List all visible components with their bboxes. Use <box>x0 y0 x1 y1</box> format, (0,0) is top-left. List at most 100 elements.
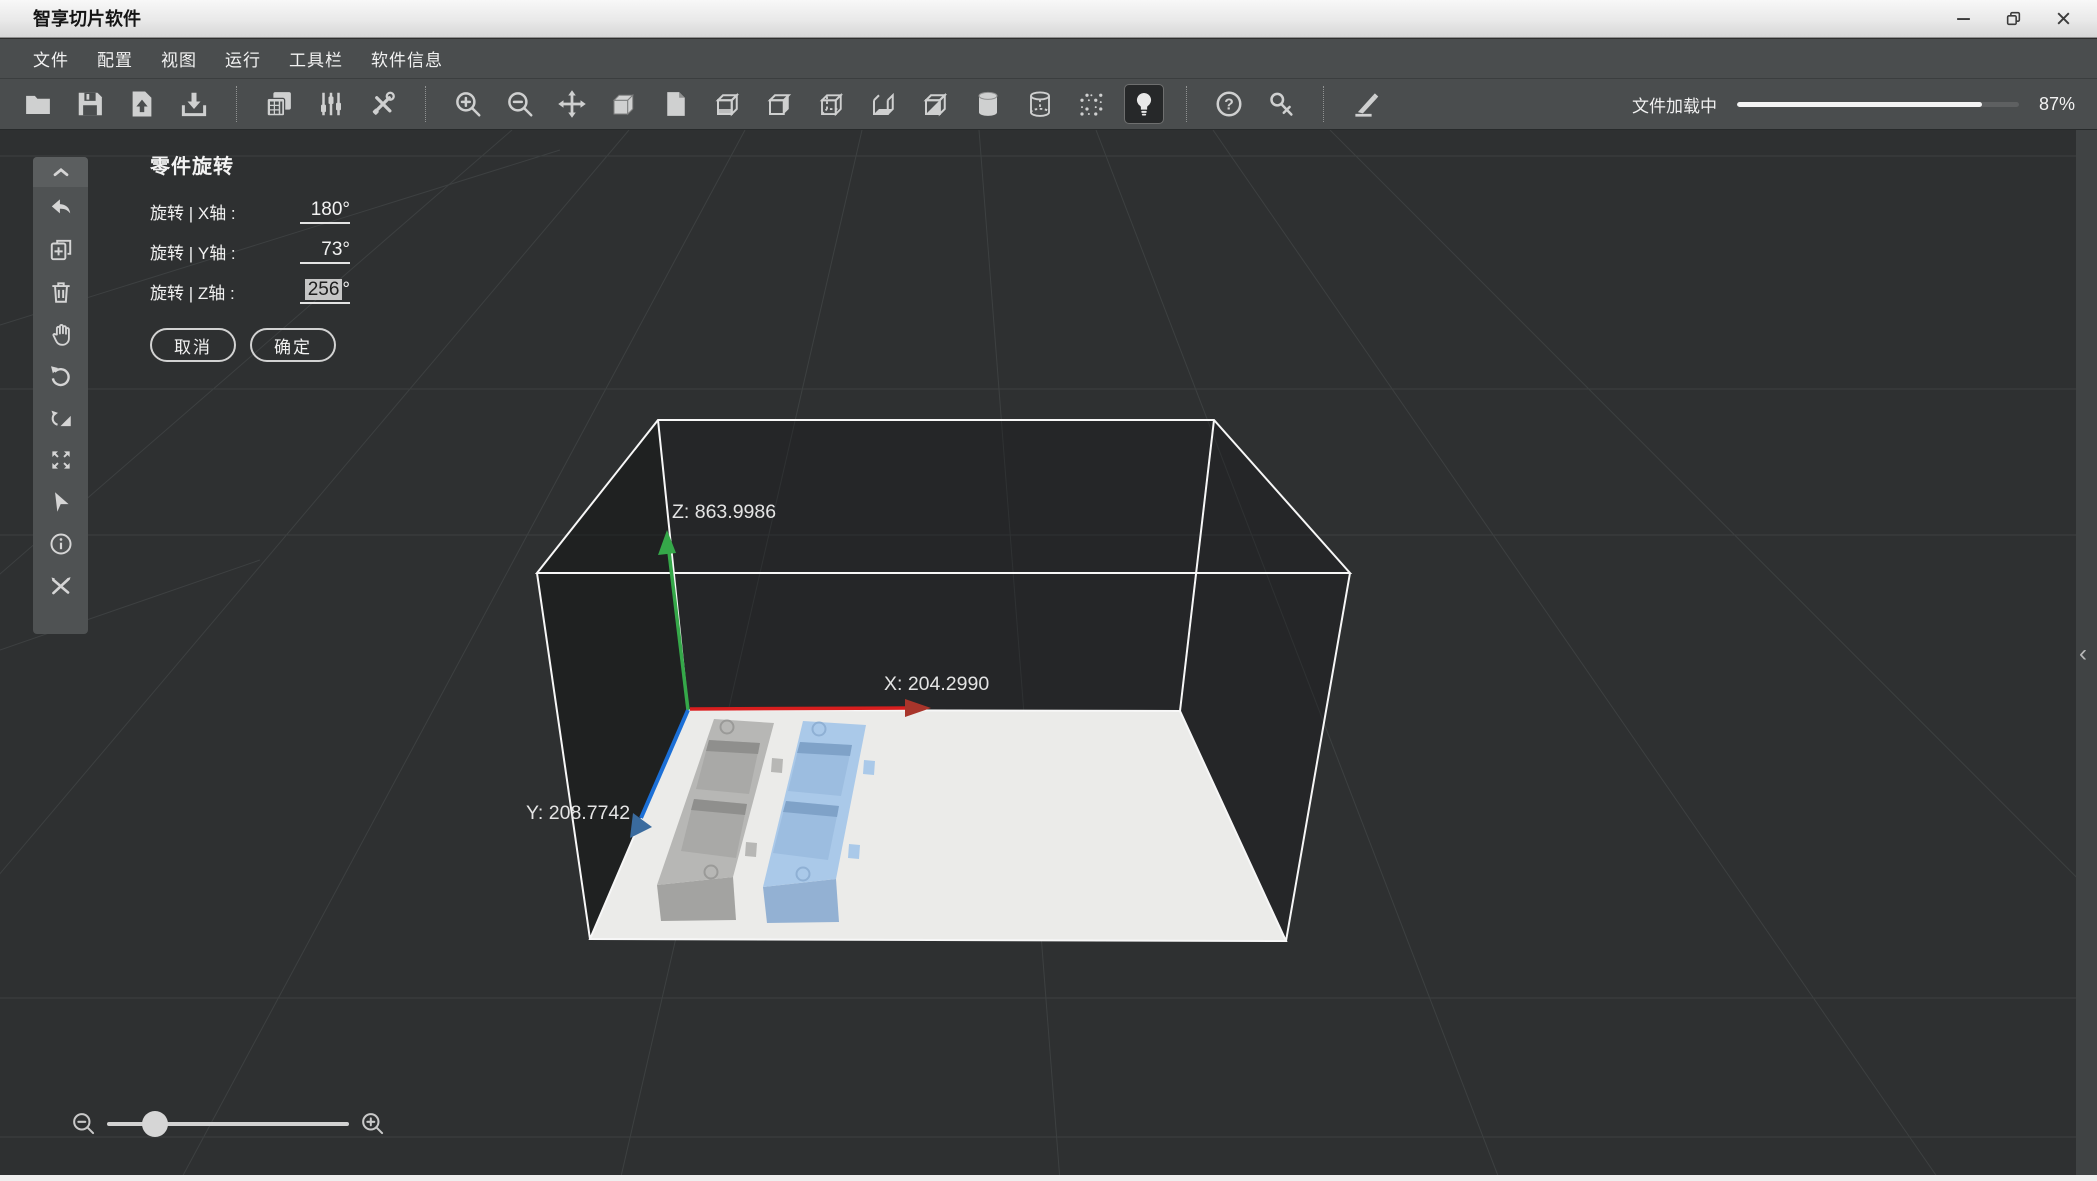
expand-panel-chevron[interactable]: ‹ <box>2079 642 2087 666</box>
cube-points-button[interactable] <box>1072 84 1112 124</box>
panel-buttons: 取消 确定 <box>150 328 350 362</box>
cube-half-button[interactable] <box>916 84 956 124</box>
light-icon <box>1136 92 1152 116</box>
rotate-z-row: 旋转 | Z轴 : 256 ° <box>150 277 350 304</box>
slice-knife-icon <box>1355 93 1379 117</box>
cube-half-icon <box>923 92 948 117</box>
fit-view-icon <box>51 451 70 469</box>
undo-button[interactable] <box>33 187 88 229</box>
menu-item-2[interactable]: 视图 <box>161 46 197 71</box>
info-button[interactable] <box>33 523 88 565</box>
rotate-x-value[interactable]: 180 <box>311 199 343 220</box>
parameter-sliders-icon <box>321 92 341 116</box>
duplicate-button[interactable] <box>33 229 88 271</box>
menu-item-4[interactable]: 工具栏 <box>289 46 343 71</box>
pan-hand-icon <box>51 324 70 346</box>
menu-item-1[interactable]: 配置 <box>97 46 133 71</box>
tool-sidebar <box>33 157 88 634</box>
loading-label: 文件加载中 <box>1631 96 1717 116</box>
toolbar-separator <box>1323 86 1324 122</box>
tools-button[interactable] <box>363 84 403 124</box>
delete-icon <box>51 282 70 303</box>
rotate-x-label: 旋转 | X轴 : <box>150 204 236 223</box>
cube-solid-icon <box>612 94 634 116</box>
confirm-button[interactable]: 确定 <box>250 328 336 362</box>
zoom-slider[interactable] <box>107 1110 349 1137</box>
restore-icon <box>2006 11 2020 26</box>
x-axis <box>689 706 909 711</box>
cube-face-right-icon <box>767 94 792 115</box>
import-model-icon <box>132 91 152 117</box>
open-file-button[interactable] <box>18 84 58 124</box>
repair-tools-icon <box>50 577 71 595</box>
rotate-z-input[interactable]: 256 ° <box>300 279 350 304</box>
zoom-slider-thumb[interactable] <box>142 1110 169 1137</box>
application-window: 智享切片软件 文件 配置 视图 运行 工具栏 软件信息 ? 文件加载中 87% <box>0 0 2097 1181</box>
menu-item-3[interactable]: 运行 <box>225 46 261 71</box>
y-axis-label: Y: 208.7742 <box>526 802 630 824</box>
rotate-z-label: 旋转 | Z轴 : <box>150 284 235 303</box>
degree-unit: ° <box>342 279 350 300</box>
slice-knife-button[interactable] <box>1346 84 1386 124</box>
rotate-y-input[interactable]: 73° <box>300 239 350 264</box>
zoom-out-icon[interactable] <box>70 1110 97 1137</box>
pan-hand-button[interactable] <box>33 313 88 355</box>
rotate-x-row: 旋转 | X轴 : 180° <box>150 197 350 224</box>
zoom-in-icon <box>456 92 481 117</box>
page-icon <box>667 92 685 116</box>
menu-item-5[interactable]: 软件信息 <box>371 46 443 71</box>
cylinder-solid-button[interactable] <box>968 84 1008 124</box>
license-key-button[interactable] <box>1261 84 1301 124</box>
zoom-in-icon[interactable] <box>359 1110 386 1137</box>
info-icon <box>49 533 72 555</box>
export-model-button[interactable] <box>174 84 214 124</box>
rotate-z-value[interactable]: 256 <box>304 279 343 300</box>
fit-view-button[interactable] <box>33 439 88 481</box>
repair-tools-button[interactable] <box>33 565 88 607</box>
import-model-button[interactable] <box>122 84 162 124</box>
collapse-up-button[interactable] <box>33 157 88 187</box>
cube-solid-button[interactable] <box>604 84 644 124</box>
help-icon: ? <box>1216 91 1242 117</box>
cancel-button[interactable]: 取消 <box>150 328 236 362</box>
save-file-button[interactable] <box>70 84 110 124</box>
loading-progress-bar <box>1736 101 2019 107</box>
license-key-icon <box>1270 92 1293 116</box>
toolbar-separator <box>1186 86 1187 122</box>
loading-cluster: 文件加载中 87% <box>1632 79 2075 129</box>
cylinder-wireframe-button[interactable] <box>1020 84 1060 124</box>
minimize-button[interactable] <box>1953 9 1973 29</box>
collapse-up-icon <box>53 168 68 177</box>
restore-button[interactable] <box>2003 9 2023 29</box>
z-axis-label: Z: 863.9986 <box>672 501 776 523</box>
rotate-button[interactable] <box>33 355 88 397</box>
mirror-button[interactable] <box>33 397 88 439</box>
zoom-out-button[interactable] <box>500 84 540 124</box>
machine-settings-button[interactable] <box>259 84 299 124</box>
machine-settings-icon <box>266 92 291 117</box>
help-button[interactable]: ? <box>1209 84 1249 124</box>
svg-text:?: ? <box>1224 97 1234 114</box>
zoom-in-button[interactable] <box>448 84 488 124</box>
degree-unit: ° <box>342 239 350 260</box>
rotate-y-value[interactable]: 73 <box>321 239 342 260</box>
select-cursor-button[interactable] <box>33 481 88 523</box>
close-button[interactable] <box>2053 9 2073 29</box>
box-glass-button[interactable] <box>708 84 748 124</box>
box-bottom-button[interactable] <box>864 84 904 124</box>
light-button[interactable] <box>1124 84 1164 124</box>
delete-button[interactable] <box>33 271 88 313</box>
open-file-icon <box>26 95 50 114</box>
rotate-x-input[interactable]: 180° <box>300 199 350 224</box>
menu-item-0[interactable]: 文件 <box>33 46 69 71</box>
loading-percent: 87% <box>2038 93 2075 114</box>
save-file-icon <box>78 92 102 116</box>
move-model-button[interactable] <box>552 84 592 124</box>
window-controls <box>1953 0 2073 37</box>
cube-wireframe-button[interactable] <box>812 84 852 124</box>
zoom-out-icon <box>508 92 533 117</box>
cylinder-solid-icon <box>978 91 998 116</box>
cube-face-right-button[interactable] <box>760 84 800 124</box>
parameter-sliders-button[interactable] <box>311 84 351 124</box>
page-button[interactable] <box>656 84 696 124</box>
